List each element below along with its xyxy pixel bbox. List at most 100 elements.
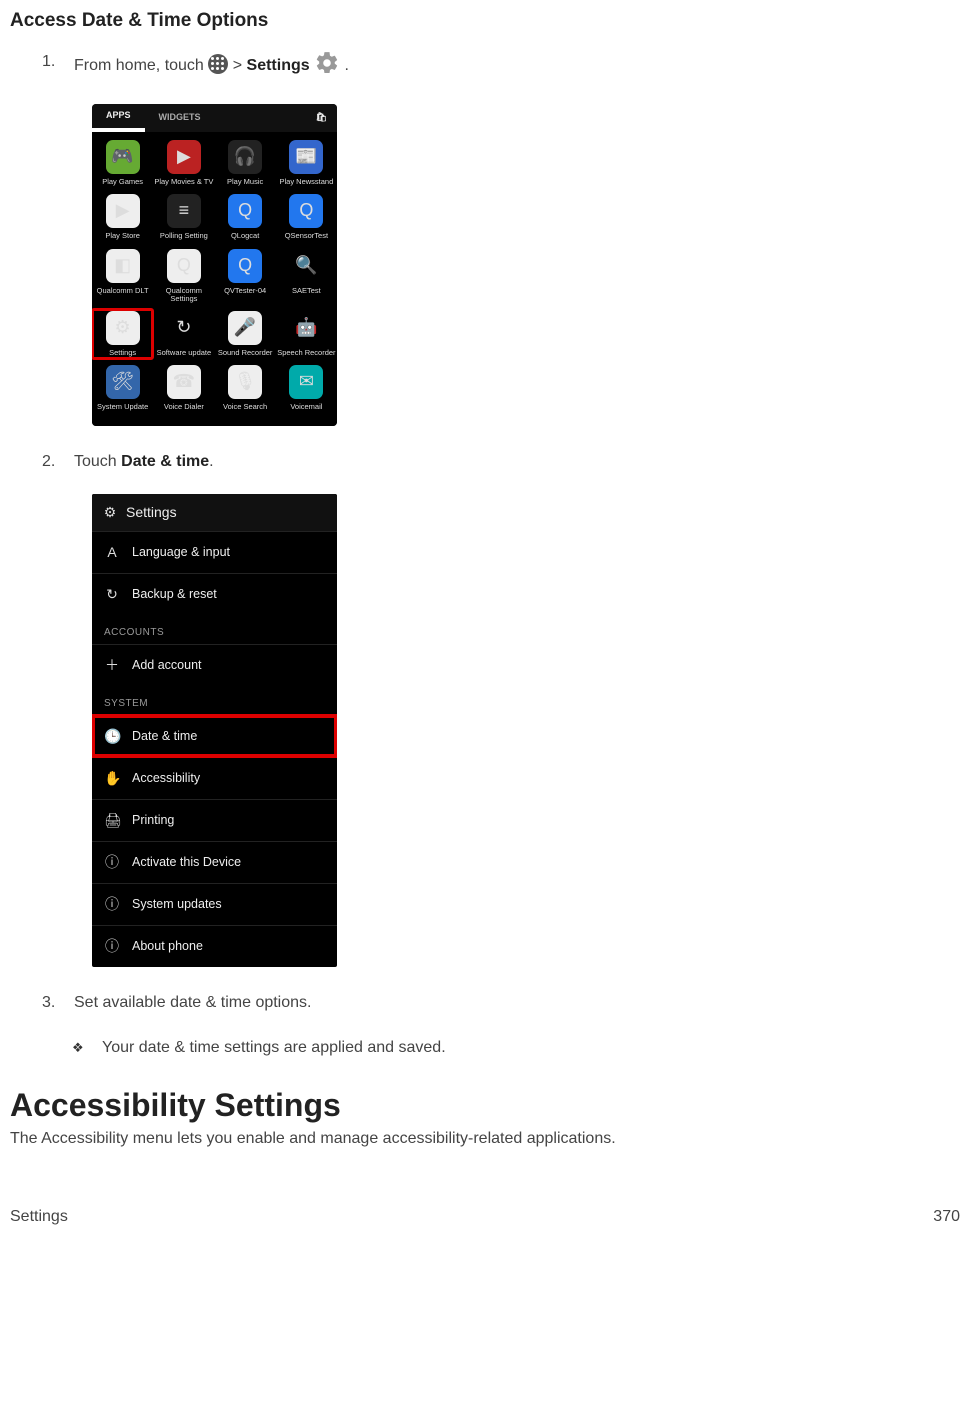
app-label: Voice Search — [223, 403, 267, 411]
app-icon: Q — [228, 249, 262, 283]
store-icon[interactable]: 🛍 — [316, 111, 327, 125]
app-label: Play Movies & TV — [154, 178, 213, 186]
tab-widgets[interactable]: WIDGETS — [145, 104, 215, 132]
app-qlogcat[interactable]: Q QLogcat — [215, 192, 276, 242]
step-number: 3. — [42, 991, 55, 1015]
app-qualcomm-dlt[interactable]: ◧ Qualcomm DLT — [92, 247, 153, 306]
app-saetest[interactable]: 🔍 SAETest — [276, 247, 337, 306]
app-polling-setting[interactable]: ≡Polling Setting — [153, 192, 214, 242]
settings-word: Settings — [247, 57, 310, 74]
step-1-mid: > — [228, 57, 246, 74]
app-label: Qualcomm Settings — [154, 287, 213, 304]
app-icon: ☎ — [167, 365, 201, 399]
app-qualcomm-settings[interactable]: Q Qualcomm Settings — [153, 247, 214, 306]
app-voice-search[interactable]: 🎙 Voice Search — [215, 363, 276, 413]
settings-row-backup-reset[interactable]: ↻Backup & reset — [92, 573, 337, 615]
app-icon: Q — [228, 194, 262, 228]
page-footer: Settings 370 — [10, 1208, 964, 1230]
settings-header: ⚙ Settings — [92, 494, 337, 531]
gear-icon: ⚙ — [102, 502, 118, 523]
app-icon: ↻ — [167, 311, 201, 345]
app-icon: 🎮 — [106, 140, 140, 174]
step-1-text-pre: From home, touch — [74, 57, 208, 74]
document-page: Access Date & Time Options 1. From home,… — [0, 0, 974, 1260]
settings-row-accessibility[interactable]: ✋Accessibility — [92, 757, 337, 799]
settings-row-date-time[interactable]: 🕒Date & time — [92, 715, 337, 757]
app-label: Software update — [157, 349, 212, 357]
section-heading: Access Date & Time Options — [10, 10, 964, 32]
app-label: SAETest — [292, 287, 321, 295]
app-icon: Q — [167, 249, 201, 283]
app-icon: 🎙 — [228, 365, 262, 399]
app-qvtester-04[interactable]: QQVTester-04 — [215, 247, 276, 306]
row-icon: ＋ — [104, 655, 120, 676]
apps-grid: 🎮Play Games▶Play Movies & TV🎧Play Music📰… — [92, 132, 337, 426]
step-1: 1. From home, touch > Settings . APPS WI… — [10, 50, 964, 426]
result-list: Your date & time settings are applied an… — [10, 1039, 964, 1057]
app-label: Play Store — [105, 232, 140, 240]
result-text: Your date & time settings are applied an… — [10, 1039, 964, 1057]
app-play-games[interactable]: 🎮 Play Games — [92, 138, 153, 188]
settings-row-about-phone[interactable]: ⓘAbout phone — [92, 925, 337, 967]
app-system-update[interactable]: 🛠 System Update — [92, 363, 153, 413]
app-icon: 🛠 — [106, 365, 140, 399]
settings-title: Settings — [126, 502, 177, 523]
app-settings[interactable]: ⚙Settings — [92, 309, 153, 359]
app-label: System Update — [97, 403, 148, 411]
step-3: 3. Set available date & time options. — [10, 991, 964, 1015]
app-speech-recorder[interactable]: 🤖Speech Recorder — [276, 309, 337, 359]
app-voice-dialer[interactable]: ☎ Voice Dialer — [153, 363, 214, 413]
footer-left: Settings — [10, 1208, 68, 1226]
body-text: The Accessibility menu lets you enable a… — [10, 1130, 964, 1148]
app-label: Settings — [109, 349, 136, 357]
app-icon: 🤖 — [289, 311, 323, 345]
app-label: QLogcat — [231, 232, 259, 240]
app-play-store[interactable]: ▶ Play Store — [92, 192, 153, 242]
row-icon: ↻ — [104, 584, 120, 605]
settings-row-language-input[interactable]: ALanguage & input — [92, 531, 337, 573]
app-play-newsstand[interactable]: 📰 Play Newsstand — [276, 138, 337, 188]
app-label: Play Newsstand — [279, 178, 333, 186]
app-label: Voicemail — [290, 403, 322, 411]
app-icon: ✉ — [289, 365, 323, 399]
footer-right: 370 — [933, 1208, 960, 1226]
row-icon: ✋ — [104, 768, 120, 789]
row-icon: ⓘ — [104, 936, 120, 957]
app-software-update[interactable]: ↻ Software update — [153, 309, 214, 359]
settings-rows: ALanguage & input↻Backup & resetACCOUNTS… — [92, 531, 337, 967]
date-time-word: Date & time — [121, 453, 209, 470]
app-label: Play Games — [102, 178, 143, 186]
app-play-music[interactable]: 🎧Play Music — [215, 138, 276, 188]
app-icon: 🎧 — [228, 140, 262, 174]
apps-icon — [208, 54, 228, 74]
section-header: ACCOUNTS — [92, 615, 337, 644]
big-heading: Accessibility Settings — [10, 1087, 964, 1124]
tab-apps[interactable]: APPS — [92, 104, 145, 132]
settings-row-add-account[interactable]: ＋Add account — [92, 644, 337, 686]
app-qsensortest[interactable]: QQSensorTest — [276, 192, 337, 242]
app-icon: ≡ — [167, 194, 201, 228]
app-label: QSensorTest — [285, 232, 328, 240]
step-2: 2. Touch Date & time. ⚙ Settings ALangua… — [10, 450, 964, 967]
tab-bar: APPS WIDGETS 🛍 — [92, 104, 337, 132]
app-icon: ◧ — [106, 249, 140, 283]
settings-row-activate-this-device[interactable]: ⓘActivate this Device — [92, 841, 337, 883]
app-icon: ▶ — [106, 194, 140, 228]
row-icon: ⓘ — [104, 894, 120, 915]
row-icon: 🖨 — [104, 810, 120, 831]
screenshot-apps: APPS WIDGETS 🛍 🎮Play Games▶Play Movies &… — [92, 104, 337, 426]
settings-row-printing[interactable]: 🖨 Printing — [92, 799, 337, 841]
row-label: Printing — [132, 811, 174, 830]
app-voicemail[interactable]: ✉ Voicemail — [276, 363, 337, 413]
app-label: Sound Recorder — [218, 349, 273, 357]
step-2-post: . — [209, 453, 213, 470]
settings-row-system-updates[interactable]: ⓘSystem updates — [92, 883, 337, 925]
app-label: Qualcomm DLT — [97, 287, 149, 295]
app-play-movies-tv[interactable]: ▶Play Movies & TV — [153, 138, 214, 188]
app-icon: 🔍 — [289, 249, 323, 283]
app-label: Voice Dialer — [164, 403, 204, 411]
app-icon: 📰 — [289, 140, 323, 174]
step-number: 2. — [42, 450, 55, 474]
app-sound-recorder[interactable]: 🎤Sound Recorder — [215, 309, 276, 359]
row-label: Activate this Device — [132, 853, 241, 872]
